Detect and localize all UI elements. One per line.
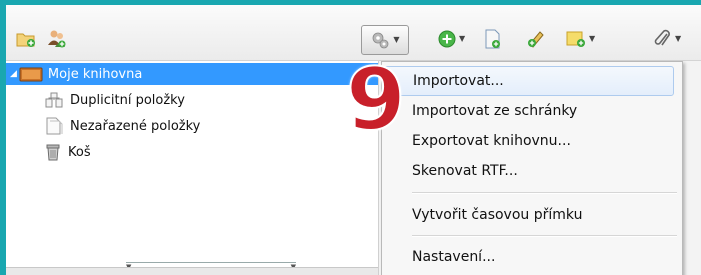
- new-collection-button[interactable]: [16, 27, 36, 51]
- new-note-button[interactable]: [526, 27, 546, 51]
- add-attachment-button[interactable]: ▼: [654, 27, 681, 51]
- note-add-icon: [566, 31, 585, 47]
- group-users-icon: [48, 30, 66, 48]
- tree-item-duplicates[interactable]: Duplicitní položky: [44, 89, 185, 111]
- menu-item-label: Vytvořit časovou přímku: [412, 207, 583, 223]
- new-group-button[interactable]: [46, 27, 68, 51]
- menu-separator: [412, 192, 677, 194]
- collections-pane: ◢ Moje knihovna Duplicitní položky Nezař…: [6, 61, 379, 275]
- tag-selector-bar: [6, 267, 378, 275]
- tree-item-label: Moje knihovna: [47, 66, 143, 82]
- add-attachment-by-identifier-button[interactable]: [484, 27, 502, 51]
- tree-item-unfiled[interactable]: Nezařazené položky: [44, 115, 200, 137]
- chevron-down-icon: ▼: [675, 34, 682, 43]
- menu-item-export-library[interactable]: Exportovat knihovnu...: [384, 126, 674, 156]
- tree-item-label: Duplicitní položky: [70, 92, 185, 108]
- menu-item-label: Skenovat RTF...: [412, 163, 518, 179]
- tree-item-label: Koš: [68, 144, 91, 160]
- tree-item-label: Nezařazené položky: [70, 118, 201, 134]
- gear-icon: [373, 32, 389, 49]
- pen-note-icon: [528, 31, 544, 48]
- unfiled-items-icon: [46, 117, 63, 135]
- chevron-down-icon: ▼: [393, 35, 400, 44]
- menu-item-import[interactable]: Importovat...: [384, 66, 674, 96]
- actions-dropdown-menu: Importovat... Importovat ze schránky Exp…: [381, 61, 683, 275]
- duplicate-items-icon: [45, 92, 63, 108]
- menu-item-preferences[interactable]: Nastavení...: [384, 242, 674, 272]
- menu-item-label: Importovat...: [413, 73, 504, 89]
- new-item-button[interactable]: ▼: [438, 27, 465, 51]
- menu-separator: [412, 235, 677, 237]
- page-add-icon: [485, 29, 500, 49]
- new-folder-icon: [16, 33, 35, 47]
- app-window: ▼ ▼ ▼ ▼ ◢ Moje knihovna Duplicitní polož…: [6, 5, 701, 275]
- tree-item-trash[interactable]: Koš: [44, 141, 91, 163]
- chevron-down-icon: ▼: [459, 34, 466, 43]
- add-item-icon: [438, 30, 456, 48]
- step-number-annotation: 9: [345, 50, 407, 150]
- chevron-down-icon: ▼: [589, 34, 596, 43]
- menu-item-label: Nastavení...: [412, 249, 496, 265]
- menu-item-import-clipboard[interactable]: Importovat ze schránky: [384, 96, 674, 126]
- twisty-expanded-icon[interactable]: ◢: [10, 69, 17, 79]
- menu-item-create-timeline[interactable]: Vytvořit časovou přímku: [384, 200, 674, 230]
- trash-icon: [46, 144, 60, 161]
- menu-item-label: Importovat ze schránky: [412, 103, 578, 119]
- new-standalone-note-button[interactable]: ▼: [566, 27, 595, 51]
- tree-item-my-library[interactable]: ◢ Moje knihovna: [6, 63, 378, 85]
- menu-item-label: Exportovat knihovnu...: [412, 133, 571, 149]
- menu-item-scan-rtf[interactable]: Skenovat RTF...: [384, 156, 674, 186]
- paperclip-icon: [654, 29, 670, 46]
- folder-library-icon: [19, 67, 43, 82]
